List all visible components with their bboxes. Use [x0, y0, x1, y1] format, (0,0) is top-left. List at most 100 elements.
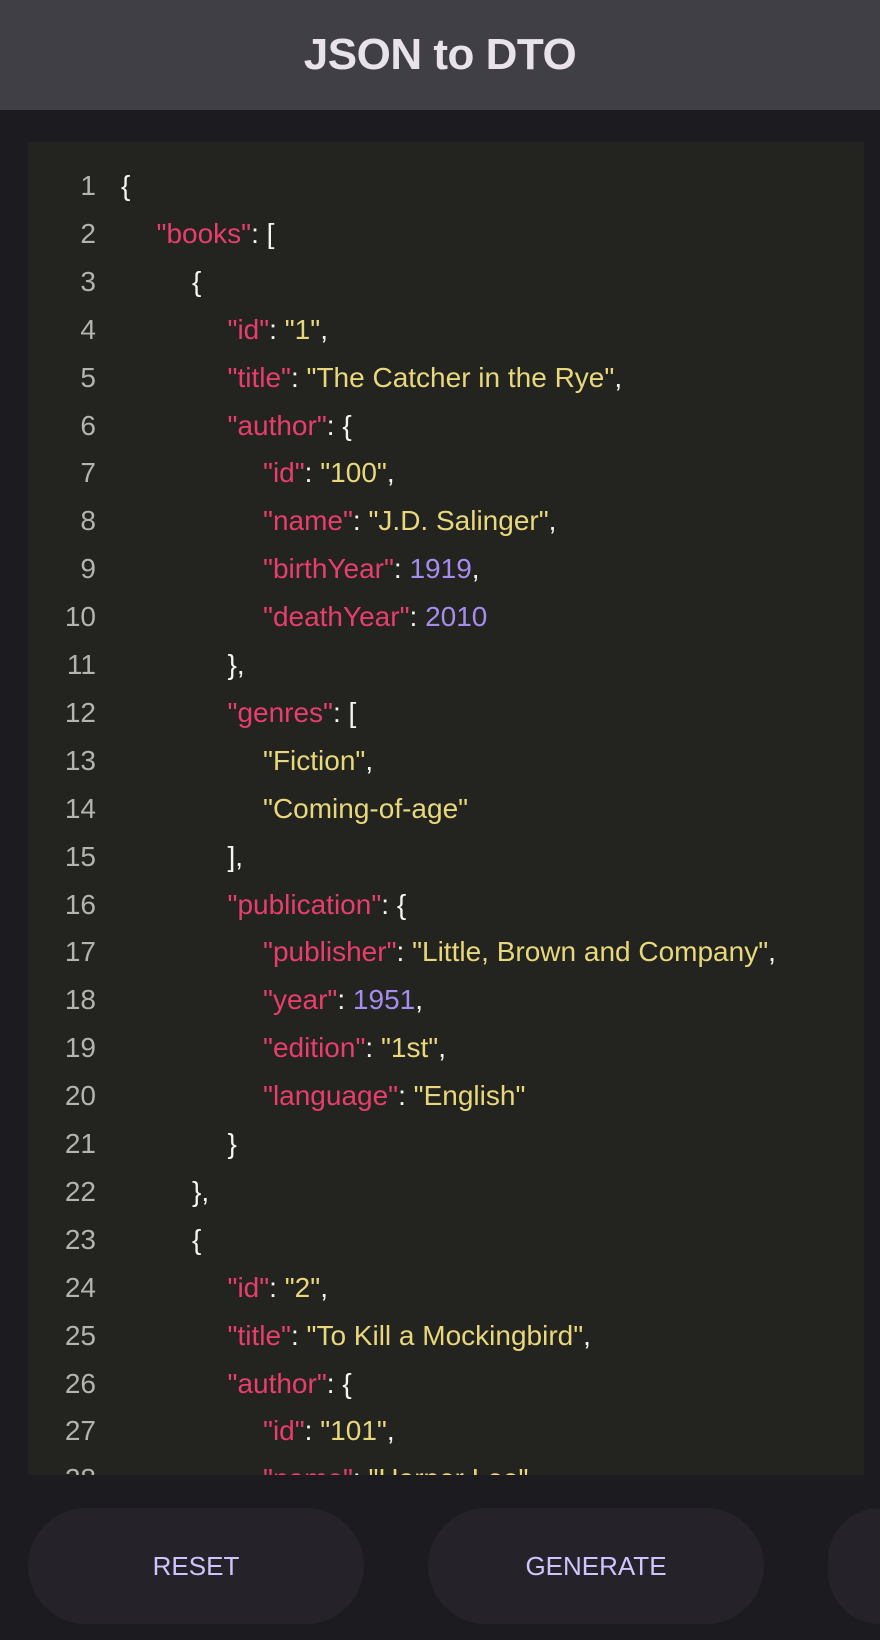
code-content: "id": "2",	[228, 1264, 328, 1312]
code-line: 6 "author": {	[28, 402, 864, 450]
code-content: "name": "J.D. Salinger",	[263, 497, 556, 545]
token-punc: ,	[386, 457, 395, 489]
line-number: 9	[80, 553, 96, 585]
token-num: 1951	[352, 984, 416, 1016]
line-number: 16	[64, 888, 96, 920]
token-key: "edition"	[263, 1032, 366, 1064]
token-key: "year"	[263, 984, 338, 1016]
token-key: "title"	[227, 361, 291, 393]
token-punc: :	[365, 1032, 381, 1064]
code-content: "author": {	[228, 402, 352, 450]
code-content: "edition": "1st",	[263, 1024, 446, 1072]
token-punc: :	[290, 1319, 307, 1351]
token-punc: :	[290, 361, 307, 393]
token-punc: :	[396, 936, 413, 968]
token-punc: ,	[320, 313, 328, 345]
token-punc: ,	[386, 1415, 395, 1447]
code-line: 10 "deathYear": 2010	[28, 593, 864, 641]
code-line: 12 "genres": [	[28, 689, 864, 737]
code-line: 5 "title": "The Catcher in the Rye",	[28, 354, 864, 402]
line-number: 12	[64, 696, 96, 728]
code-line: 26 "author": {	[28, 1360, 864, 1408]
generate-button[interactable]: GENERATE	[428, 1508, 764, 1624]
line-number: 2	[80, 217, 96, 249]
token-str: "2"	[284, 1271, 321, 1303]
line-number: 11	[66, 649, 96, 680]
token-punc: :	[304, 1415, 321, 1447]
line-number: 8	[80, 505, 96, 537]
page-title: JSON to DTO	[303, 30, 577, 79]
code-content: "publication": {	[228, 881, 407, 929]
token-str: "1st"	[380, 1032, 439, 1064]
code-content: },	[228, 641, 245, 689]
code-content: "title": "To Kill a Mockingbird",	[228, 1312, 591, 1360]
line-number: 21	[64, 1128, 96, 1159]
token-key: "id"	[227, 1271, 270, 1303]
code-line: 22},	[28, 1168, 864, 1216]
code-line: 17 "publisher": "Little, Brown and Compan…	[28, 928, 864, 976]
code-line: 16 "publication": {	[28, 881, 864, 929]
token-key: "genres"	[227, 696, 334, 728]
code-line: 9 "birthYear": 1919,	[28, 545, 864, 593]
code-content: "birthYear": 1919,	[263, 545, 480, 593]
line-number: 15	[64, 840, 96, 872]
code-line: 19 "edition": "1st",	[28, 1024, 864, 1072]
token-punc: : {	[326, 1367, 352, 1399]
token-punc: ,	[438, 1032, 446, 1064]
reset-button[interactable]: RESET	[28, 1508, 364, 1624]
token-key: "author"	[227, 409, 327, 441]
code-line: 4 "id": "1",	[28, 306, 864, 354]
line-number: 23	[64, 1223, 96, 1255]
json-editor[interactable]: 1{2 "books": [3{4 "id": "1", 5 "title": "The…	[28, 142, 864, 1475]
token-key: "id"	[263, 457, 305, 489]
token-str: "Coming-of-age"	[263, 792, 469, 824]
line-number: 24	[64, 1271, 96, 1303]
code-line: 28 "name": "Harper Lee",	[28, 1455, 864, 1475]
code-line: 27 "id": "101",	[28, 1407, 864, 1455]
code-line: 1{	[28, 162, 864, 210]
code-content: "language": "English"	[263, 1072, 525, 1120]
code-content: "id": "101",	[263, 1407, 395, 1455]
token-str: "J.D. Salinger"	[368, 505, 549, 537]
code-line: 18 "year": 1951,	[28, 976, 864, 1024]
app-bar: JSON to DTO	[0, 0, 880, 110]
token-str: "English"	[413, 1080, 526, 1112]
token-punc: ,	[768, 936, 776, 968]
token-punc: :	[337, 984, 353, 1016]
token-str: "Harper Lee"	[368, 1463, 528, 1475]
code-content: {	[192, 258, 201, 306]
code-content: "id": "100",	[263, 449, 395, 497]
line-number: 5	[80, 361, 96, 393]
code-line: 23 {	[28, 1216, 864, 1264]
line-number: 19	[64, 1032, 96, 1064]
token-key: "title"	[227, 1319, 291, 1351]
code-content: }	[228, 1120, 237, 1168]
line-number: 26	[64, 1367, 96, 1399]
token-punc: : {	[326, 409, 352, 441]
token-key: "language"	[263, 1080, 399, 1112]
code-line: 15],	[28, 833, 864, 881]
code-content: },	[192, 1168, 209, 1216]
code-content: {	[121, 162, 130, 210]
code-line: 21}	[28, 1120, 864, 1168]
token-str: "1"	[284, 313, 321, 345]
token-punc: :	[269, 313, 285, 345]
code-content: {	[192, 1216, 201, 1264]
token-str: "100"	[320, 457, 387, 489]
token-punc: : [	[333, 696, 357, 728]
more-action-button[interactable]	[828, 1508, 880, 1624]
line-number: 13	[64, 744, 96, 776]
token-punc: :	[269, 1271, 285, 1303]
line-number: 3	[80, 265, 96, 297]
code-line: 20 "language": "English"	[28, 1072, 864, 1120]
code-line: 11},	[28, 641, 864, 689]
token-punc: {	[192, 265, 202, 297]
token-punc: ,	[583, 1319, 591, 1351]
token-punc: ,	[548, 505, 557, 537]
token-punc: {	[192, 1223, 202, 1255]
code-line: 2 "books": [	[28, 210, 864, 258]
line-number: 22	[64, 1175, 96, 1207]
token-punc: }	[227, 1128, 237, 1159]
code-content: ],	[228, 833, 244, 881]
line-number: 28	[28, 1455, 96, 1475]
